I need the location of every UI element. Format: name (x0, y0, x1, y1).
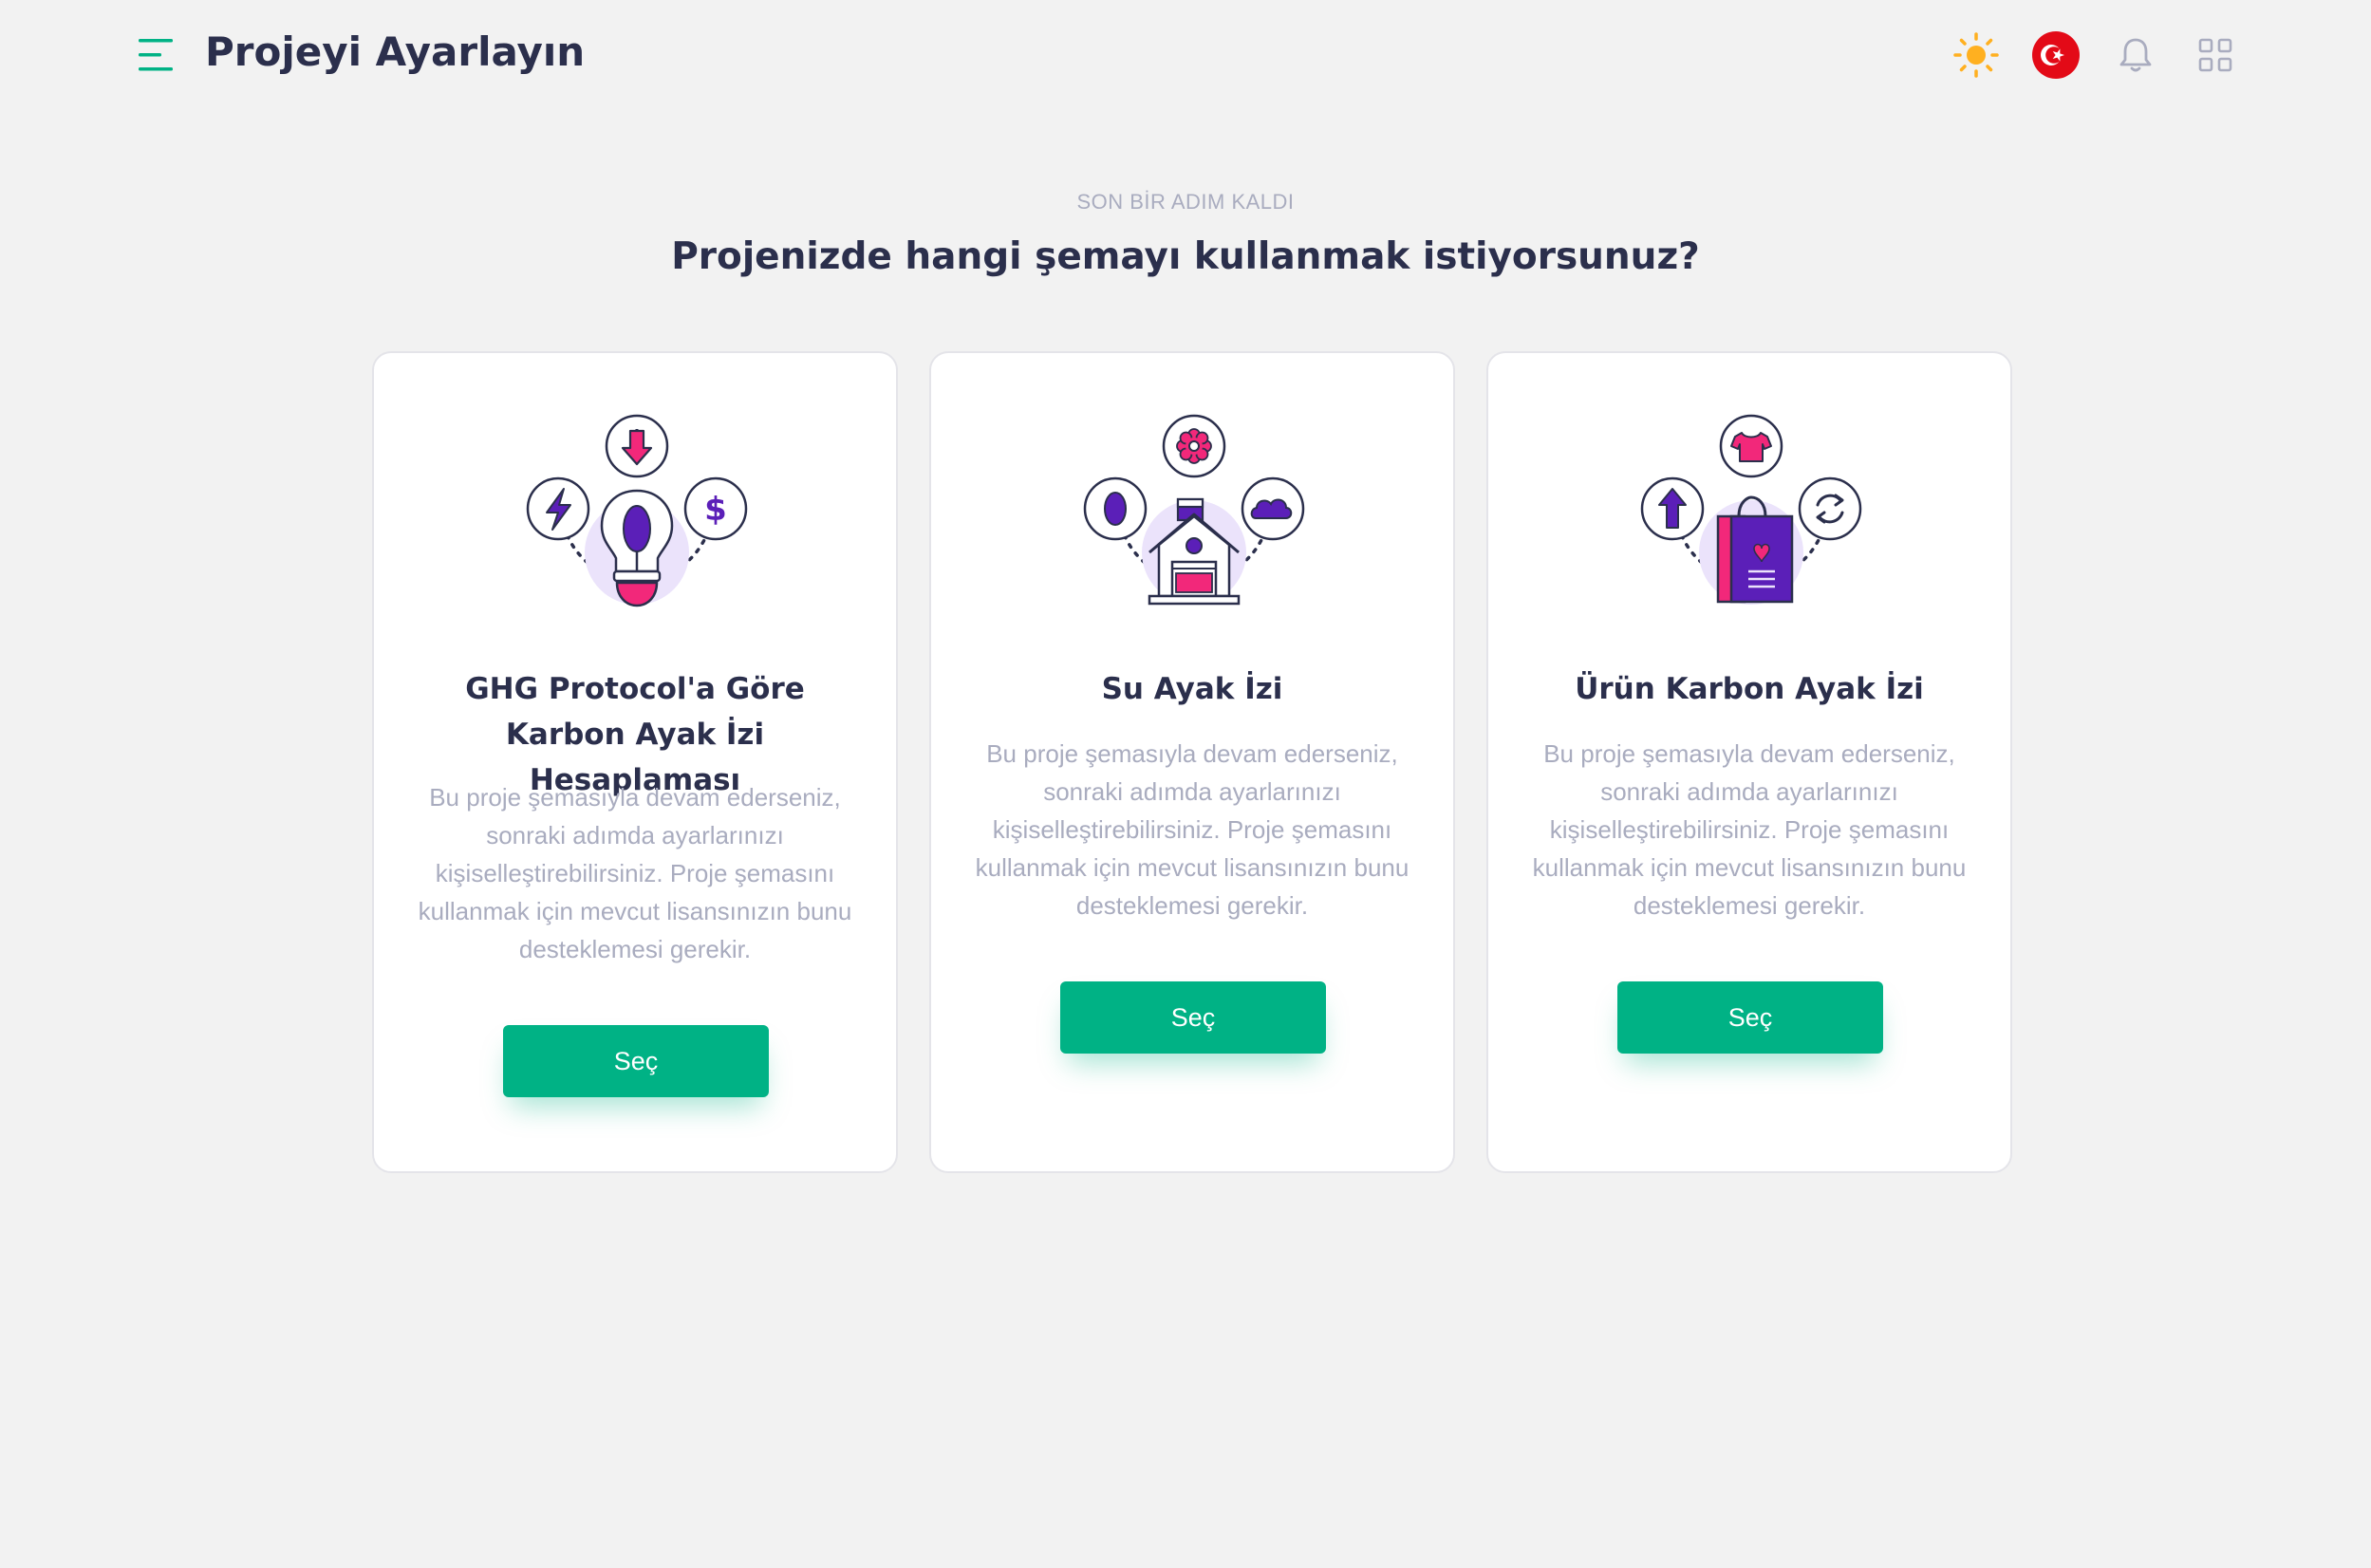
turkey-flag-icon (2032, 31, 2080, 79)
language-selector[interactable] (2029, 28, 2082, 82)
card-title: Su Ayak İzi (1101, 672, 1283, 706)
step-question: Projenizde hangi şemayı kullanmak istiyo… (671, 235, 1700, 278)
schema-cards: $ GHG Protocol'a Göre Karbon Ayak İzi He… (372, 351, 2014, 1175)
theme-toggle-button[interactable] (1950, 28, 2003, 82)
select-button[interactable]: Seç (1617, 981, 1883, 1054)
menu-icon (139, 39, 173, 71)
card-description: Bu proje şemasıyla devam ederseniz, sonr… (1532, 739, 1967, 920)
apps-button[interactable] (2189, 28, 2242, 82)
select-button[interactable]: Seç (1060, 981, 1326, 1054)
energy-bulb-illustration: $ (518, 410, 756, 647)
notifications-button[interactable] (2109, 28, 2162, 82)
house-illustration (1075, 410, 1313, 647)
schema-card-water: Su Ayak İzi Bu proje şemasıyla devam ede… (929, 351, 1455, 1173)
card-title: Ürün Karbon Ayak İzi (1575, 672, 1924, 706)
top-bar: Projeyi Ayarlayın (0, 0, 2371, 114)
apps-grid-icon (2198, 38, 2232, 72)
card-description: Bu proje şemasıyla devam ederseniz, sonr… (418, 783, 852, 963)
step-header: SON BİR ADIM KALDI Projenizde hangi şema… (0, 190, 2371, 278)
page-title: Projeyi Ayarlayın (205, 28, 586, 75)
step-eyebrow: SON BİR ADIM KALDI (1076, 190, 1295, 214)
select-button[interactable]: Seç (503, 1025, 769, 1097)
card-description: Bu proje şemasıyla devam ederseniz, sonr… (975, 739, 1410, 920)
schema-card-ghg: $ GHG Protocol'a Göre Karbon Ayak İzi He… (372, 351, 898, 1173)
sun-icon (1953, 32, 1999, 78)
schema-card-product: Ürün Karbon Ayak İzi Bu proje şemasıyla … (1486, 351, 2012, 1173)
menu-button[interactable] (133, 34, 178, 76)
svg-text:$: $ (704, 491, 727, 529)
bell-icon (2119, 38, 2152, 72)
shopping-bag-illustration (1633, 410, 1870, 647)
